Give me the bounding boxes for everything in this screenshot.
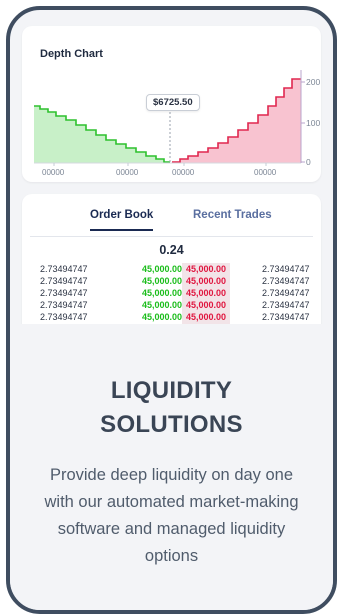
ask-area [172, 79, 301, 163]
promo-description: Provide deep liquidity on day one with o… [44, 466, 299, 565]
bid-price: 45,000.00 [141, 288, 182, 298]
promo-section: LIQUIDITY SOLUTIONS Provide deep liquidi… [10, 324, 333, 610]
ask-price: 45,000.00 [186, 276, 227, 286]
mid-price-label: $6725.50 [146, 94, 200, 111]
x-tick-label: 00000 [172, 168, 195, 177]
table-row[interactable]: 2.73494747 45,000.00 45,000.00 2.7349474… [22, 275, 321, 287]
ask-amount: 2.73494747 [262, 288, 310, 298]
tabs-divider [30, 236, 313, 237]
bid-amount: 2.73494747 [40, 312, 88, 322]
tab-order-book[interactable]: Order Book [90, 209, 154, 231]
ask-amount: 2.73494747 [262, 276, 310, 286]
depth-chart-card: 200 100 0 00000 00000 00000 00000 Depth Chart … [22, 26, 321, 182]
ask-amount: 2.73494747 [262, 264, 310, 274]
ask-amount: 2.73494747 [262, 300, 310, 310]
bid-price: 45,000.00 [141, 264, 182, 274]
bid-amount: 2.73494747 [40, 276, 88, 286]
order-book-tabs: Order Book Recent Trades [22, 209, 321, 235]
ask-price: 45,000.00 [186, 264, 227, 274]
promo-title: LIQUIDITY SOLUTIONS [10, 374, 333, 442]
ask-amount: 2.73494747 [262, 312, 310, 322]
device-frame: 200 100 0 00000 00000 00000 00000 Depth Chart … [6, 6, 337, 614]
bid-price: 45,000.00 [141, 300, 182, 310]
tab-recent-trades[interactable]: Recent Trades [193, 209, 272, 221]
x-tick-label: 00000 [254, 168, 277, 177]
y-tick-label: 200 [306, 77, 320, 87]
bid-amount: 2.73494747 [40, 264, 88, 274]
table-row[interactable]: 2.73494747 45,000.00 45,000.00 2.7349474… [22, 299, 321, 311]
bid-price: 45,000.00 [141, 312, 182, 322]
x-tick-label: 00000 [42, 168, 65, 177]
bid-price: 45,000.00 [141, 276, 182, 286]
bid-amount: 2.73494747 [40, 300, 88, 310]
bid-amount: 2.73494747 [40, 288, 88, 298]
ask-price: 45,000.00 [186, 312, 227, 322]
spread-value: 0.24 [159, 243, 184, 257]
y-tick-label: 0 [306, 157, 311, 167]
table-row[interactable]: 2.73494747 45,000.00 45,000.00 2.7349474… [22, 263, 321, 275]
depth-chart-title: Depth Chart [40, 48, 103, 60]
ask-price: 45,000.00 [186, 300, 227, 310]
promo-title-line-2: SOLUTIONS [100, 411, 243, 438]
table-row[interactable]: 2.73494747 45,000.00 45,000.00 2.7349474… [22, 311, 321, 323]
ask-price: 45,000.00 [186, 288, 227, 298]
promo-title-line-1: LIQUIDITY [110, 377, 233, 404]
table-row[interactable]: 2.73494747 45,000.00 45,000.00 2.7349474… [22, 287, 321, 299]
x-tick-label: 00000 [116, 168, 139, 177]
y-tick-label: 100 [306, 118, 320, 128]
